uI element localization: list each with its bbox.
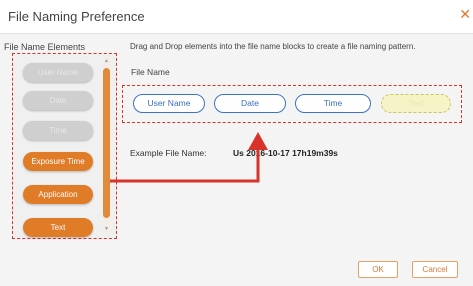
block-date[interactable]: Date (214, 94, 286, 113)
instruction-text: Drag and Drop elements into the file nam… (130, 42, 416, 51)
elements-panel-label: File Name Elements (4, 42, 86, 52)
block-text-placeholder[interactable]: Text (381, 94, 451, 113)
element-user-name[interactable]: User Name (23, 63, 93, 82)
element-application[interactable]: Application (23, 185, 93, 204)
example-file-name-value: Us 2016-10-17 17h19m39s (233, 148, 338, 158)
scroll-up-arrow-icon[interactable]: ▲ (102, 58, 111, 64)
block-time[interactable]: Time (295, 94, 371, 113)
cancel-button[interactable]: Cancel (412, 261, 458, 278)
element-text[interactable]: Text (23, 218, 93, 237)
file-name-label: File Name (131, 67, 170, 77)
scrollbar-thumb[interactable] (103, 68, 110, 218)
element-date[interactable]: Date (23, 91, 93, 110)
scroll-down-arrow-icon[interactable]: ▼ (102, 226, 111, 232)
dialog-title: File Naming Preference (8, 9, 145, 24)
title-bar: File Naming Preference ✕ (0, 0, 473, 34)
ok-button[interactable]: OK (358, 261, 398, 278)
element-exposure-time[interactable]: Exposure Time (23, 152, 93, 171)
example-file-name-label: Example File Name: (130, 148, 207, 158)
block-user-name[interactable]: User Name (133, 94, 205, 113)
file-naming-preference-dialog: File Naming Preference ✕ File Name Eleme… (0, 0, 473, 286)
file-name-blocks: User Name Date Time Text (122, 85, 462, 123)
close-icon[interactable]: ✕ (459, 6, 471, 23)
element-time[interactable]: Time (23, 121, 93, 140)
elements-list: User Name Date Time Exposure Time Applic… (12, 53, 117, 239)
